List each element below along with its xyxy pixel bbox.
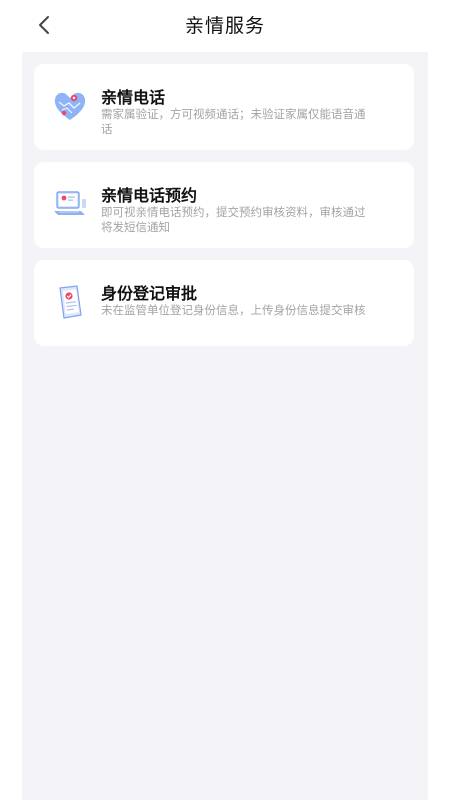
service-card-identity-registration[interactable]: 身份登记审批 未在监管单位登记身份信息，上传身份信息提交审核 xyxy=(34,260,414,346)
service-title: 亲情电话 xyxy=(101,88,166,107)
service-card-call-appointment[interactable]: 亲情电话预约 即可视亲情电话预约，提交预约审核资料，审核通过将发短信通知 xyxy=(34,162,414,248)
page-title: 亲情服务 xyxy=(184,15,265,37)
service-card-family-call[interactable]: 亲情电话 需家属验证，方可视频通话；未验证家属仅能语音通话 xyxy=(34,64,414,150)
service-description: 未在监管单位登记身份信息，上传身份信息提交审核 xyxy=(101,303,366,317)
service-title: 亲情电话预约 xyxy=(101,186,198,205)
top-bar: 亲情服务 xyxy=(0,0,450,50)
service-list: 亲情电话 需家属验证，方可视频通话；未验证家属仅能语音通话 亲情电话预约 即可视… xyxy=(22,52,428,800)
service-title: 身份登记审批 xyxy=(101,284,198,303)
heart-map-icon xyxy=(54,92,86,120)
laptop-appointment-icon xyxy=(54,191,86,215)
document-badge-icon xyxy=(59,285,82,319)
service-description: 即可视亲情电话预约，提交预约审核资料，审核通过将发短信通知 xyxy=(101,205,366,234)
service-description: 需家属验证，方可视频通话；未验证家属仅能语音通话 xyxy=(101,107,366,136)
